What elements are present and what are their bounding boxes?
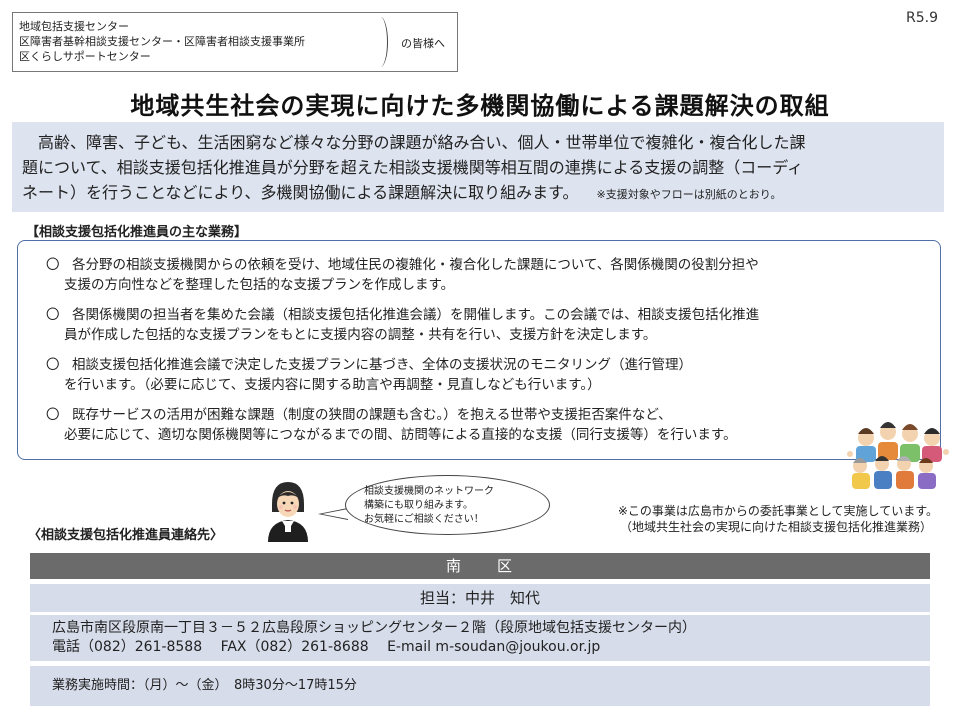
duty-item: 〇相談支援包括化推進会議で決定した支援プランに基づき、全体の支援状況のモニタリン…	[46, 355, 906, 395]
duties-heading: 【相談支援包括化推進員の主な業務】	[26, 225, 248, 240]
business-hours: 業務実施時間：（月）～（金） 8時30分～17時15分	[30, 666, 930, 706]
addressee-honorific: の皆様へ	[401, 37, 445, 50]
intro-section: 高齢、障害、子ども、生活困窮など様々な分野の課題が絡み合い、個人・世帯単位で複雑…	[12, 122, 944, 212]
contact-address: 広島市南区段原南一丁目３－５２広島段原ショッピングセンター２階（段原地域包括支援…	[52, 620, 696, 636]
duty-text: 既存サービスの活用が困難な課題（制度の狭間の課題も含む。）を抱える世帯や支援拒否…	[72, 407, 672, 423]
contact-address-block: 広島市南区段原南一丁目３－５２広島段原ショッピングセンター２階（段原地域包括支援…	[30, 615, 930, 661]
closing-paren	[373, 17, 388, 67]
speech-bubble: 相談支援機関のネットワーク 構築にも取り組みます。 お気軽にご相談ください！	[345, 475, 550, 535]
addressee-line: 区障害者基幹相談支援センター・区障害者相談支援事業所	[19, 35, 305, 48]
duty-text-cont: 必要に応じて、適切な関係機関等につながるまでの間、訪問等による直接的な支援（同行…	[64, 427, 737, 443]
commission-line: （地域共生社会の実現に向けた相談支援包括化推進業務）	[619, 520, 932, 534]
bubble-text: 相談支援機関のネットワーク 構築にも取り組みます。 お気軽にご相談ください！	[364, 485, 494, 527]
contact-person: 担当：中井 知代	[30, 584, 930, 612]
contact-heading: 〈相談支援包括化推進員連絡先〉	[28, 528, 224, 543]
people-group-icon	[847, 422, 949, 489]
addressee-line: 地域包括支援センター	[19, 20, 129, 33]
bubble-line: 構築にも取り組みます。	[364, 500, 473, 511]
bullet-circle: 〇	[46, 407, 60, 423]
contact-phone-line: 電話（082）261-8588 FAX（082）261-8688 E-mail …	[52, 639, 601, 655]
duty-text: 相談支援包括化推進会議で決定した支援プランに基づき、全体の支援状況のモニタリング…	[72, 357, 693, 373]
commission-line: ※この事業は広島市からの委託事業として実施しています。	[617, 504, 938, 518]
duty-text-cont: 支援の方向性などを整理した包括的な支援プランを作成します。	[64, 277, 455, 293]
intro-line: 題について、相談支援包括化推進員が分野を超えた相談支援機関等相互間の連携による支…	[22, 158, 804, 177]
duty-item: 〇既存サービスの活用が困難な課題（制度の狭間の課題も含む。）を抱える世帯や支援拒…	[46, 405, 906, 445]
duty-item: 〇各関係機関の担当者を集めた会議（相談支援包括化推進会議）を開催します。この会議…	[46, 305, 906, 345]
duty-text: 各関係機関の担当者を集めた会議（相談支援包括化推進会議）を開催します。この会議で…	[72, 307, 760, 323]
woman-staff-icon	[268, 482, 308, 542]
bubble-line: 相談支援機関のネットワーク	[364, 486, 494, 497]
addressee-line: 区くらしサポートセンター	[19, 50, 151, 63]
date-label: R5.9	[906, 10, 938, 26]
ward-header: 南 区	[30, 553, 930, 579]
bubble-line: お気軽にご相談ください！	[364, 514, 484, 525]
bullet-circle: 〇	[46, 357, 60, 373]
duty-text: 各分野の相談支援機関からの依頼を受け、地域住民の複雑化・複合化した課題について、…	[72, 257, 759, 273]
duty-text-cont: を行います。（必要に応じて、支援内容に関する助言や再調整・見直しなども行います。…	[64, 377, 601, 393]
page-title: 地域共生社会の実現に向けた多機関協働による課題解決の取組	[130, 92, 830, 120]
intro-line: ネート）を行うことなどにより、多機関協働による課題解決に取り組みます。	[22, 183, 579, 202]
bubble-tail-fill	[322, 509, 348, 519]
duty-item: 〇各分野の相談支援機関からの依頼を受け、地域住民の複雑化・複合化した課題について…	[46, 255, 906, 295]
intro-note: ※支援対象やフローは別紙のとおり。	[596, 188, 782, 201]
intro-line: 高齢、障害、子ども、生活困窮など様々な分野の課題が絡み合い、個人・世帯単位で複雑…	[38, 133, 806, 152]
duties-box: 〇各分野の相談支援機関からの依頼を受け、地域住民の複雑化・複合化した課題について…	[17, 240, 941, 460]
duty-text-cont: 員が作成した包括的な支援プランをもとに支援内容の調整・共有を行い、支援方針を決定…	[64, 327, 657, 343]
commission-note: ※この事業は広島市からの委託事業として実施しています。 （地域共生社会の実現に向…	[618, 503, 938, 535]
bullet-circle: 〇	[46, 307, 60, 323]
addressee-box: 地域包括支援センター 区障害者基幹相談支援センター・区障害者相談支援事業所 区く…	[12, 12, 458, 72]
bullet-circle: 〇	[46, 257, 60, 273]
intro-line-last: ネート）を行うことなどにより、多機関協働による課題解決に取り組みます。 ※支援対象…	[22, 180, 934, 207]
addressee-lines: 地域包括支援センター 区障害者基幹相談支援センター・区障害者相談支援事業所 区く…	[19, 19, 305, 64]
